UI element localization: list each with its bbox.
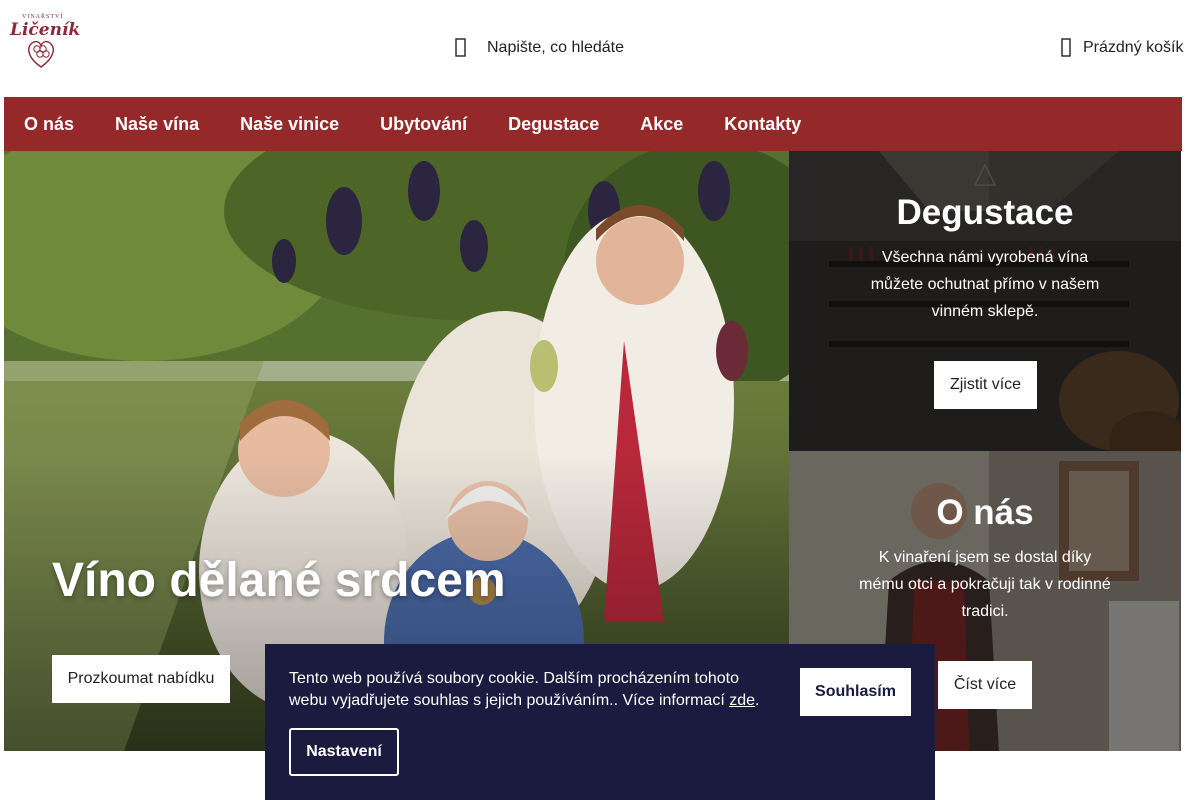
cart-icon: [1061, 38, 1073, 58]
explore-offer-button[interactable]: Prozkoumat nabídku: [52, 655, 230, 703]
degustace-text: Všechna námi vyrobená vína můžete ochutn…: [870, 249, 1100, 320]
degustace-panel: Degustace Všechna námi vyrobená vína můž…: [789, 151, 1181, 451]
degustace-title: Degustace: [896, 193, 1074, 232]
grape-heart-icon: [28, 40, 54, 68]
nav-item-akce[interactable]: Akce: [640, 114, 683, 135]
cookie-accept-button[interactable]: Souhlasím: [800, 668, 911, 716]
about-title: O nás: [936, 493, 1034, 532]
hero-title: Víno dělané srdcem: [52, 554, 506, 607]
logo[interactable]: VINAŘSTVÍ Ličeník: [10, 14, 80, 76]
nav-item-o-nas[interactable]: O nás: [24, 114, 74, 135]
cookie-message-text: Tento web používá soubory cookie. Dalším…: [289, 670, 740, 709]
degustace-more-button[interactable]: Zjistit více: [934, 361, 1037, 409]
search-trigger[interactable]: Napište, co hledáte: [455, 36, 624, 60]
nav-item-degustace[interactable]: Degustace: [508, 114, 599, 135]
nav-item-nase-vina[interactable]: Naše vína: [115, 114, 199, 135]
cookie-banner: Tento web používá soubory cookie. Dalším…: [265, 644, 935, 800]
search-label: Napište, co hledáte: [487, 39, 624, 56]
page: VINAŘSTVÍ Ličeník Napište, co hledáte Pr…: [0, 0, 1200, 800]
cart-link[interactable]: Prázdný košík: [1061, 36, 1183, 60]
main-nav: O nás Naše vína Naše vinice Ubytování De…: [4, 97, 1182, 151]
search-icon: [455, 38, 469, 58]
cookie-more-info-link[interactable]: zde: [729, 692, 755, 709]
cookie-settings-button[interactable]: Nastavení: [289, 728, 399, 776]
cookie-message-end: .: [755, 692, 760, 709]
cookie-message: Tento web používá soubory cookie. Dalším…: [289, 668, 779, 712]
nav-item-ubytovani[interactable]: Ubytování: [380, 114, 467, 135]
nav-item-kontakty[interactable]: Kontakty: [724, 114, 801, 135]
about-text: K vinaření jsem se dostal díky mému otci…: [859, 549, 1111, 620]
about-read-more-button[interactable]: Číst více: [938, 661, 1032, 709]
cart-label: Prázdný košík: [1083, 39, 1184, 56]
site-header: VINAŘSTVÍ Ličeník Napište, co hledáte Pr…: [0, 0, 1200, 97]
nav-item-nase-vinice[interactable]: Naše vinice: [240, 114, 339, 135]
